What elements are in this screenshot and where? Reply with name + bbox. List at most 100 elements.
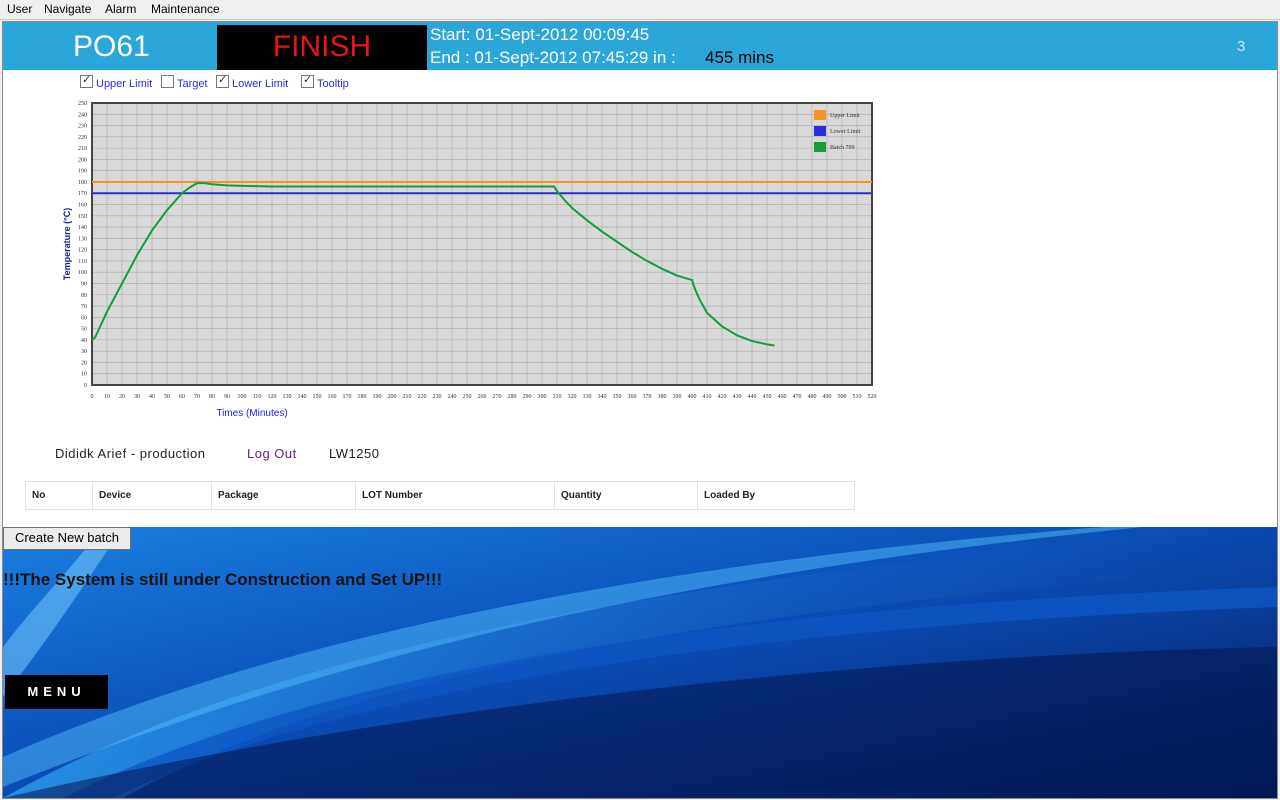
table-header-quantity: Quantity <box>555 482 698 509</box>
x-tick-label: 90 <box>224 394 230 400</box>
legend-swatch <box>814 126 826 136</box>
x-tick-label: 140 <box>298 394 307 400</box>
checkbox-icon[interactable] <box>161 75 174 88</box>
x-tick-label: 120 <box>268 394 277 400</box>
y-tick-label: 230 <box>78 124 87 130</box>
y-tick-label: 160 <box>78 203 87 209</box>
legend-label: Batch 709 <box>830 145 855 151</box>
x-tick-label: 290 <box>523 394 532 400</box>
x-tick-label: 60 <box>179 394 185 400</box>
legend-label: Upper Limit <box>830 113 860 119</box>
x-tick-label: 110 <box>253 394 262 400</box>
x-tick-label: 280 <box>508 394 517 400</box>
user-name: Dididk Arief - production <box>55 446 206 461</box>
x-tick-label: 390 <box>673 394 682 400</box>
menu-navigate[interactable]: Navigate <box>44 2 91 16</box>
start-time: Start: 01-Sept-2012 00:09:45 <box>430 25 650 44</box>
x-tick-label: 480 <box>808 394 817 400</box>
y-tick-label: 130 <box>78 236 87 242</box>
checkbox-icon[interactable]: ✓ <box>216 74 229 88</box>
y-tick-label: 250 <box>78 101 87 107</box>
legend-label: Lower Limit <box>830 129 861 135</box>
status-badge: FINISH <box>217 25 427 70</box>
x-tick-label: 210 <box>403 394 412 400</box>
y-tick-label: 240 <box>78 112 87 118</box>
table-header-lot-number: LOT Number <box>356 482 555 509</box>
x-tick-label: 220 <box>418 394 427 400</box>
menu-alarm[interactable]: Alarm <box>105 2 136 16</box>
x-tick-label: 330 <box>583 394 592 400</box>
x-tick-label: 70 <box>194 394 200 400</box>
x-tick-label: 450 <box>763 394 772 400</box>
logout-link[interactable]: Log Out <box>247 446 297 461</box>
x-tick-label: 40 <box>149 394 155 400</box>
y-tick-label: 100 <box>78 270 87 276</box>
table-header-no: No <box>26 482 93 509</box>
x-tick-label: 130 <box>283 394 292 400</box>
x-tick-label: 370 <box>643 394 652 400</box>
x-tick-label: 50 <box>164 394 170 400</box>
y-tick-label: 90 <box>81 281 87 287</box>
header-band: PO61 FINISH Start: 01-Sept-2012 00:09:45… <box>3 22 1277 70</box>
legend-swatch <box>814 110 826 120</box>
y-tick-label: 140 <box>78 225 87 231</box>
y-tick-label: 60 <box>81 315 87 321</box>
x-tick-label: 240 <box>448 394 457 400</box>
menu-bar: User Navigate Alarm Maintenance <box>0 0 1280 20</box>
x-tick-label: 10 <box>104 394 110 400</box>
page-number: 3 <box>1237 38 1246 55</box>
y-tick-label: 170 <box>78 191 87 197</box>
main-frame: PO61 FINISH Start: 01-Sept-2012 00:09:45… <box>2 21 1278 799</box>
table-header-package: Package <box>212 482 356 509</box>
table-header-loaded-by: Loaded By <box>704 490 756 501</box>
x-tick-label: 30 <box>134 394 140 400</box>
end-time: End : 01-Sept-2012 07:45:29 in : <box>430 48 676 67</box>
x-tick-label: 260 <box>478 394 487 400</box>
temperature-chart: 0 10 20 30 40 50 60 70 80 90 100 110 120 130 140 150 160… <box>62 101 877 419</box>
x-tick-label: 100 <box>238 394 247 400</box>
batch-table: No Device Package LOT Number Quantity Lo… <box>25 481 855 510</box>
y-tick-label: 150 <box>78 214 87 220</box>
y-tick-label: 40 <box>81 338 87 344</box>
create-new-batch-button[interactable]: Create New batch <box>3 527 131 550</box>
menu-button[interactable]: MENU <box>5 675 108 709</box>
checkbox-icon[interactable]: ✓ <box>301 74 314 88</box>
menu-user[interactable]: User <box>7 2 32 16</box>
wave-graphic <box>3 527 1277 798</box>
x-tick-label: 500 <box>838 394 847 400</box>
x-tick-label: 350 <box>613 394 622 400</box>
x-tick-label: 150 <box>313 394 322 400</box>
y-tick-label: 70 <box>81 304 87 310</box>
x-tick-label: 170 <box>343 394 352 400</box>
y-tick-label: 0 <box>84 383 87 389</box>
y-tick-label: 80 <box>81 293 87 299</box>
x-axis-label: Times (Minutes) <box>216 408 287 419</box>
x-tick-label: 400 <box>688 394 697 400</box>
x-tick-label: 410 <box>703 394 712 400</box>
x-tick-label: 0 <box>91 394 94 400</box>
x-tick-label: 460 <box>778 394 787 400</box>
y-tick-label: 110 <box>78 259 87 265</box>
option-label: Target <box>177 78 208 90</box>
y-tick-label: 180 <box>78 180 87 186</box>
x-tick-label: 430 <box>733 394 742 400</box>
x-tick-label: 160 <box>328 394 337 400</box>
y-tick-label: 120 <box>78 248 87 254</box>
x-tick-label: 270 <box>493 394 502 400</box>
legend-swatch <box>814 142 826 152</box>
x-tick-label: 420 <box>718 394 727 400</box>
x-tick-label: 230 <box>433 394 442 400</box>
machine-id: PO61 <box>73 30 150 63</box>
status-text: FINISH <box>272 30 372 63</box>
duration: 455 mins <box>705 48 774 67</box>
menu-maintenance[interactable]: Maintenance <box>151 2 220 16</box>
checkbox-icon[interactable]: ✓ <box>80 74 93 88</box>
line-id: LW1250 <box>329 446 380 461</box>
x-tick-label: 310 <box>553 394 562 400</box>
x-tick-label: 510 <box>853 394 862 400</box>
y-tick-label: 30 <box>81 349 87 355</box>
x-tick-label: 320 <box>568 394 577 400</box>
background-wallpaper <box>3 527 1277 798</box>
x-tick-label: 200 <box>388 394 397 400</box>
x-tick-label: 380 <box>658 394 667 400</box>
